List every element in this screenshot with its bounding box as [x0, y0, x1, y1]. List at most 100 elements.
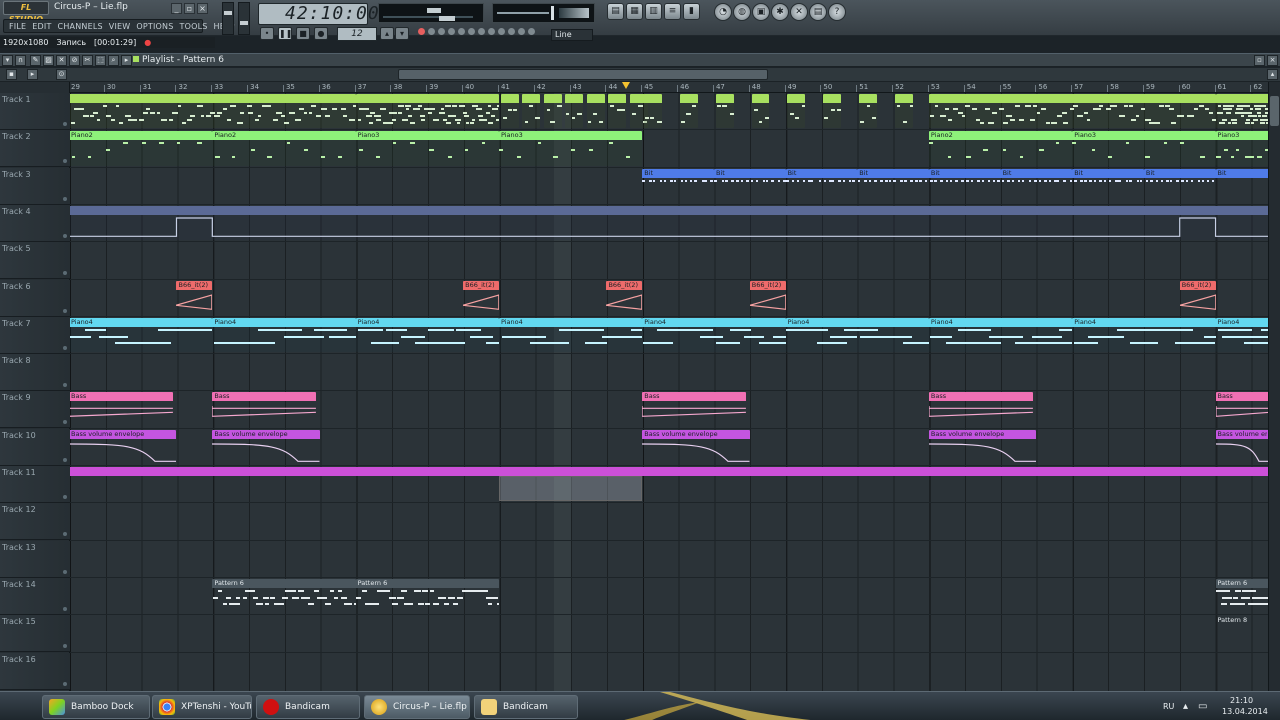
taskbar-fl-studio[interactable]: Circus-P – Lie.flp [364, 695, 470, 719]
pattern-clip[interactable]: Bass [928, 392, 1033, 426]
menu-view[interactable]: VIEW [109, 22, 131, 31]
taskbar-chrome[interactable]: XPTenshi - YouTu... [152, 695, 252, 719]
mixer-icon[interactable]: ▮ [683, 3, 700, 20]
tempo-icon[interactable]: ◔ [714, 3, 732, 21]
paint-tool-icon[interactable]: ▨ [43, 55, 54, 66]
track-header[interactable]: Track 1 [0, 93, 70, 130]
pattern-clip[interactable]: Bass volume envelope [70, 429, 177, 464]
horizontal-scrollbar[interactable] [398, 69, 768, 80]
tray-arrow-icon[interactable]: ▴ [1183, 692, 1188, 720]
pattern-clip[interactable]: Piano4 [1215, 317, 1268, 353]
step-sequencer-icon[interactable]: ▦ [626, 3, 643, 20]
restore-icon[interactable]: ▫ [184, 3, 195, 14]
track-header[interactable]: Track 15 [0, 615, 70, 653]
snap-selector[interactable]: Line [551, 29, 593, 41]
minimize-icon[interactable]: _ [171, 3, 182, 14]
selection-region[interactable] [498, 476, 643, 502]
render-icon[interactable]: ▤ [809, 3, 827, 21]
pattern-clip[interactable] [679, 94, 698, 129]
playback-tool-icon[interactable]: ▸ [121, 55, 132, 66]
track-header[interactable]: Track 8 [0, 354, 70, 392]
pattern-clip[interactable]: Pattern 8 [1216, 616, 1268, 650]
pattern-clip[interactable]: Bass [1215, 392, 1268, 426]
master-volume-slider[interactable] [222, 2, 234, 35]
track-header[interactable]: Track 3 [0, 167, 70, 205]
pattern-clip[interactable]: B66_it(2) [606, 280, 643, 315]
scroll-up-icon[interactable]: ▴ [1267, 69, 1278, 80]
pattern-clip[interactable]: Pattern 6 [1215, 578, 1268, 613]
playhead-marker[interactable] [622, 82, 630, 89]
piano-roll-icon[interactable]: ▥ [645, 3, 662, 20]
track-header[interactable]: Track 9 [0, 391, 70, 429]
playlist-maximize-icon[interactable]: ▫ [1254, 55, 1265, 66]
record-button[interactable]: ● [314, 27, 328, 40]
menu-file[interactable]: FILE [9, 22, 26, 31]
pattern-clip[interactable]: Bass volume envelope [642, 429, 750, 464]
select-tool-icon[interactable]: ⬚ [95, 55, 106, 66]
pattern-clip[interactable]: B66_it(2) [1179, 280, 1216, 315]
tools-icon[interactable]: ✕ [790, 3, 808, 21]
track-header[interactable]: Track 14 [0, 577, 70, 615]
play-button[interactable]: ❚❚ [278, 27, 292, 40]
pattern-clip[interactable]: Bit [857, 168, 929, 203]
pattern-clip[interactable]: Bass volume envelope [1215, 429, 1268, 464]
pattern-clip[interactable]: Bass [212, 392, 317, 426]
track-header[interactable]: Track 7 [0, 316, 70, 354]
pattern-clip[interactable] [586, 94, 605, 129]
stop-button[interactable]: ■ [296, 27, 310, 40]
vertical-scroll-thumb[interactable] [1270, 96, 1279, 126]
menu-edit[interactable]: EDIT [32, 22, 51, 31]
pattern-clip[interactable] [543, 94, 562, 129]
mute-tool-icon[interactable]: ⊘ [69, 55, 80, 66]
save-icon[interactable]: ▣ [752, 3, 770, 21]
pattern-clip[interactable]: Piano4 [498, 317, 643, 353]
pattern-clip[interactable]: Piano3 [498, 131, 643, 166]
pattern-clip[interactable]: Bit [1215, 168, 1268, 203]
pattern-clip[interactable]: Piano2 [212, 131, 356, 166]
close-icon[interactable]: × [197, 3, 208, 14]
time-ruler[interactable]: 29 30 31 32 33 34 35 36 37 38 39 40 41 42 43 44 45 46 47 48… [70, 82, 1268, 93]
pattern-clip[interactable]: Piano2 [70, 131, 213, 166]
playlist-window-icon[interactable]: ▤ [607, 3, 624, 20]
pattern-clip[interactable]: Bass [70, 392, 173, 426]
track-header[interactable]: Track 6 [0, 279, 70, 317]
pattern-clip[interactable]: B66_it(2) [463, 280, 499, 315]
pattern-clip[interactable] [70, 467, 1268, 502]
pattern-clip[interactable] [565, 94, 584, 129]
pattern-clip[interactable]: Bit [713, 168, 786, 203]
pattern-clip[interactable] [70, 94, 356, 129]
pattern-clip[interactable] [500, 94, 519, 129]
menu-tools[interactable]: TOOLS [180, 22, 208, 31]
pattern-clip[interactable]: B66_it(2) [749, 280, 786, 315]
slice-tool-icon[interactable]: ✂ [82, 55, 93, 66]
pattern-clip[interactable] [608, 94, 627, 129]
playlist-menu-icon[interactable]: ▾ [2, 55, 13, 66]
pattern-clip[interactable]: Bit [785, 168, 858, 203]
pattern-clip[interactable]: Pattern 6 [355, 578, 499, 613]
pattern-clip[interactable] [522, 94, 541, 129]
overview-mode-icon[interactable]: ▸ [27, 69, 38, 80]
pattern-clip[interactable]: Piano3 [355, 131, 499, 166]
pattern-clip[interactable] [787, 94, 806, 129]
pattern-clip[interactable]: Bit [1072, 168, 1144, 203]
pattern-clip[interactable] [70, 205, 1268, 241]
overview-mode2-icon[interactable]: ⊙ [56, 69, 67, 80]
song-time-display[interactable]: 42:10:001 [258, 3, 391, 25]
pattern-clip[interactable]: Bass [642, 392, 747, 426]
overview-toggle-icon[interactable]: ▪ [6, 69, 17, 80]
pattern-down-icon[interactable]: ▾ [395, 27, 409, 40]
browser-icon[interactable]: ≡ [664, 3, 681, 20]
pattern-clip[interactable]: Piano4 [642, 317, 786, 353]
master-pitch-slider[interactable] [238, 2, 250, 35]
track-header[interactable]: Track 16 [0, 652, 70, 690]
pattern-clip[interactable]: Bass volume envelope [212, 429, 320, 464]
cpu-icon[interactable]: ◍ [733, 3, 751, 21]
pattern-clip[interactable] [859, 94, 877, 129]
vertical-scrollbar[interactable] [1268, 82, 1280, 691]
track-header[interactable]: Track 10 [0, 428, 70, 466]
pattern-clip[interactable] [715, 94, 734, 129]
pattern-up-icon[interactable]: ▴ [380, 27, 394, 40]
language-indicator[interactable]: RU [1163, 692, 1174, 720]
pattern-clip[interactable]: Piano3 [1072, 131, 1216, 166]
track-header[interactable]: Track 11 [0, 466, 70, 503]
